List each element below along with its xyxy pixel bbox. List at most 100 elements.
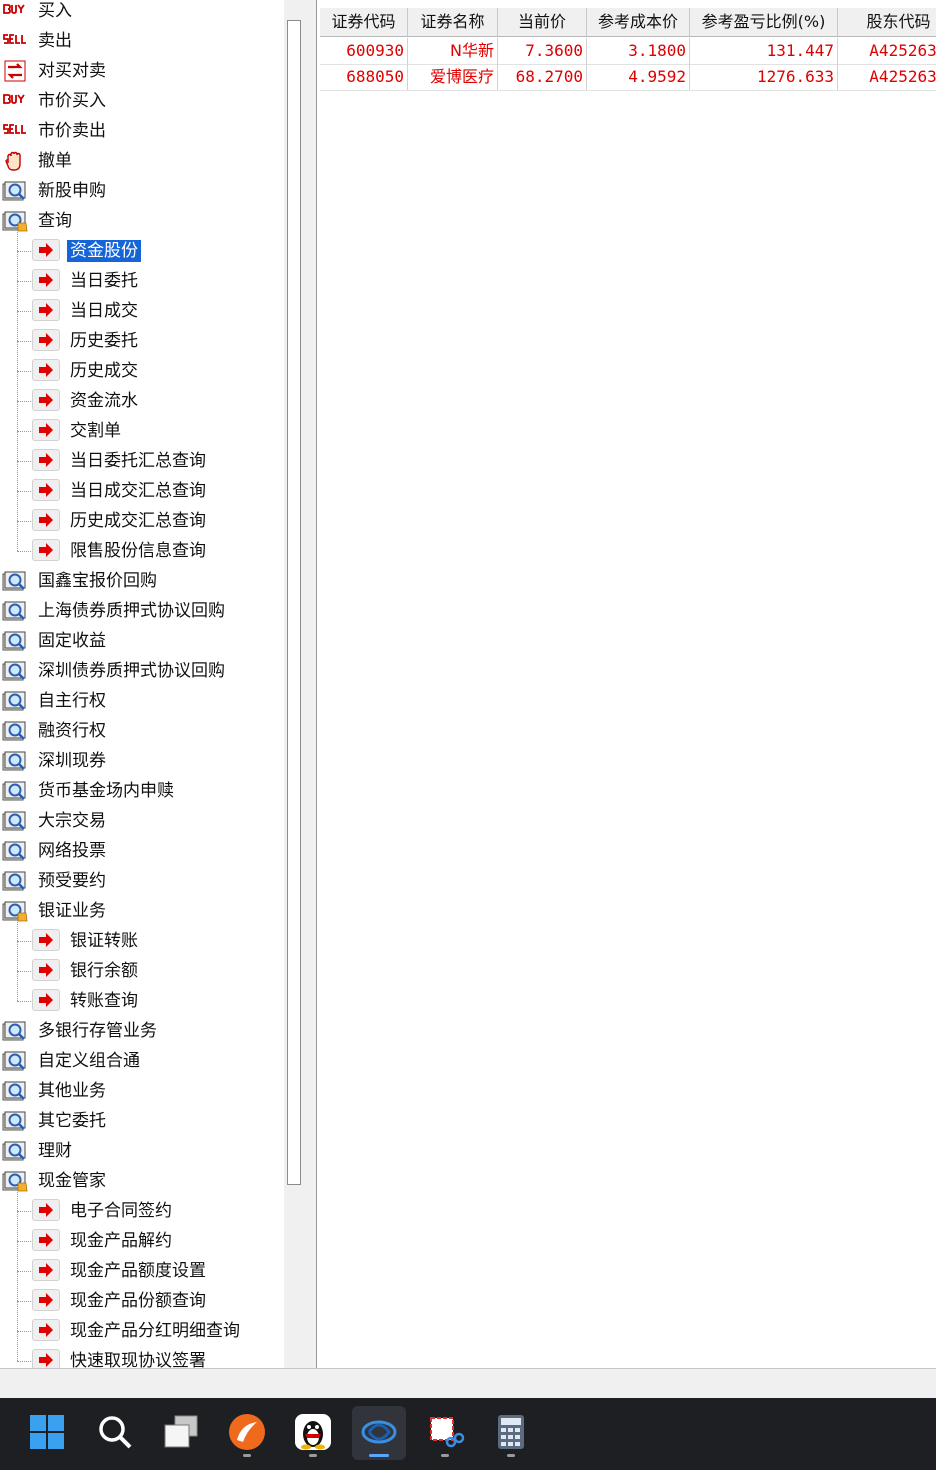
- tree-item[interactable]: 固定收益: [0, 626, 284, 656]
- tree-item[interactable]: 历史成交: [0, 356, 284, 386]
- tree-item[interactable]: 资金股份: [0, 236, 284, 266]
- folder-search-icon: [2, 719, 28, 741]
- tree-item[interactable]: 查询: [0, 206, 284, 236]
- tree-item[interactable]: 现金管家: [0, 1166, 284, 1196]
- tree-item[interactable]: 卖出: [0, 26, 284, 56]
- tree-item[interactable]: 电子合同签约: [0, 1196, 284, 1226]
- tree-item[interactable]: 历史委托: [0, 326, 284, 356]
- tree-item[interactable]: 大宗交易: [0, 806, 284, 836]
- tree-item-label: 深圳债券质押式协议回购: [38, 661, 225, 681]
- tree-item[interactable]: 多银行存管业务: [0, 1016, 284, 1046]
- scrollbar-thumb[interactable]: [287, 20, 301, 1185]
- tree-item-label: 对买对卖: [38, 61, 106, 81]
- tree-item[interactable]: 限售股份信息查询: [0, 536, 284, 566]
- red-arrow-icon: [32, 959, 60, 981]
- tree-item[interactable]: 深圳债券质押式协议回购: [0, 656, 284, 686]
- tree-item[interactable]: 资金流水: [0, 386, 284, 416]
- column-header[interactable]: 参考盈亏比例(%): [690, 8, 838, 36]
- tree-connector: [17, 521, 31, 522]
- tree-item[interactable]: 撤单: [0, 146, 284, 176]
- tree-item[interactable]: 对买对卖: [0, 56, 284, 86]
- trading-app-icon: [227, 1412, 267, 1456]
- red-arrow-icon: [32, 989, 60, 1011]
- column-header[interactable]: 证券代码: [320, 8, 408, 36]
- running-indicator: [243, 1454, 251, 1457]
- tree-item[interactable]: 银行余额: [0, 956, 284, 986]
- calculator-icon: [491, 1412, 531, 1456]
- tree-item-label: 历史成交: [70, 361, 138, 381]
- tree-item[interactable]: 当日委托: [0, 266, 284, 296]
- folder-search-icon: [2, 1109, 28, 1131]
- folder-open-search-icon: [2, 1169, 28, 1192]
- tree-item[interactable]: 市价买入: [0, 86, 284, 116]
- tree-item[interactable]: 预受要约: [0, 866, 284, 896]
- column-header[interactable]: 参考成本价: [587, 8, 690, 36]
- taskbar-button[interactable]: [220, 1406, 274, 1460]
- taskbar-button[interactable]: [352, 1406, 406, 1460]
- tree-item[interactable]: 转账查询: [0, 986, 284, 1016]
- tree-item[interactable]: 理财: [0, 1136, 284, 1166]
- tree-item-label: 大宗交易: [38, 811, 106, 831]
- tree-item[interactable]: 交割单: [0, 416, 284, 446]
- taskbar-button[interactable]: [88, 1406, 142, 1460]
- tree-item[interactable]: 融资行权: [0, 716, 284, 746]
- tree-connector: [17, 1361, 31, 1362]
- tree-item[interactable]: 现金产品份额查询: [0, 1286, 284, 1316]
- tree-item[interactable]: 上海债券质押式协议回购: [0, 596, 284, 626]
- sell-icon: [2, 32, 28, 48]
- taskbar-button[interactable]: [286, 1406, 340, 1460]
- column-header[interactable]: 股东代码: [838, 8, 936, 36]
- tree-item[interactable]: 当日成交: [0, 296, 284, 326]
- taskbar-button[interactable]: [154, 1406, 208, 1460]
- tree-connector: [17, 491, 31, 492]
- red-arrow-icon: [32, 389, 60, 411]
- tree-item[interactable]: 国鑫宝报价回购: [0, 566, 284, 596]
- tree-item[interactable]: 市价卖出: [0, 116, 284, 146]
- tree-item[interactable]: 现金产品解约: [0, 1226, 284, 1256]
- tree-item[interactable]: 银证业务: [0, 896, 284, 926]
- table-row[interactable]: 688050爱博医疗68.27004.95921276.633A42526369: [320, 64, 936, 91]
- tree-item[interactable]: 深圳现券: [0, 746, 284, 776]
- tree-item-label: 现金产品解约: [70, 1231, 172, 1251]
- tree-item[interactable]: 其他业务: [0, 1076, 284, 1106]
- taskbar-button[interactable]: [484, 1406, 538, 1460]
- tree-item-label: 国鑫宝报价回购: [38, 571, 157, 591]
- table-cell: 7.3600: [498, 38, 587, 64]
- tree-item-label: 快速取现协议签署: [70, 1351, 206, 1368]
- tree-item[interactable]: 网络投票: [0, 836, 284, 866]
- table-cell: A42526369: [838, 38, 936, 64]
- tree-item[interactable]: 货币基金场内申赎: [0, 776, 284, 806]
- tree-item[interactable]: 自定义组合通: [0, 1046, 284, 1076]
- taskbar-button[interactable]: [418, 1406, 472, 1460]
- red-arrow-icon: [32, 449, 60, 471]
- tree-connector: [17, 1192, 18, 1361]
- tree-item-label: 理财: [38, 1141, 72, 1161]
- column-header[interactable]: 证券名称: [408, 8, 498, 36]
- red-arrow-icon: [32, 359, 60, 381]
- tree-connector: [17, 1001, 31, 1002]
- tree-item[interactable]: 其它委托: [0, 1106, 284, 1136]
- tree-connector: [17, 251, 31, 252]
- tree-item[interactable]: 现金产品额度设置: [0, 1256, 284, 1286]
- tree-item[interactable]: 新股申购: [0, 176, 284, 206]
- red-arrow-icon: [32, 1199, 60, 1221]
- table-row[interactable]: 600930N华新7.36003.1800131.447A42526369: [320, 38, 936, 65]
- taskbar-button[interactable]: [20, 1406, 74, 1460]
- tree-item[interactable]: 历史成交汇总查询: [0, 506, 284, 536]
- folder-search-icon: [2, 749, 28, 771]
- folder-search-icon: [2, 809, 28, 831]
- tree-item[interactable]: 当日成交汇总查询: [0, 476, 284, 506]
- tree-item[interactable]: 买入: [0, 0, 284, 26]
- tree-scrollbar[interactable]: [284, 0, 317, 1368]
- tree-item[interactable]: 自主行权: [0, 686, 284, 716]
- column-header[interactable]: 当前价: [498, 8, 587, 36]
- tree-connector: [17, 1241, 31, 1242]
- tree-connector: [17, 941, 31, 942]
- tree-item[interactable]: 现金产品分红明细查询: [0, 1316, 284, 1346]
- tree-item[interactable]: 银证转账: [0, 926, 284, 956]
- red-arrow-icon: [32, 929, 60, 951]
- tree-item[interactable]: 快速取现协议签署: [0, 1346, 284, 1368]
- tree-connector: [17, 922, 18, 1001]
- tree-item[interactable]: 当日委托汇总查询: [0, 446, 284, 476]
- tree-item-label: 资金流水: [70, 391, 138, 411]
